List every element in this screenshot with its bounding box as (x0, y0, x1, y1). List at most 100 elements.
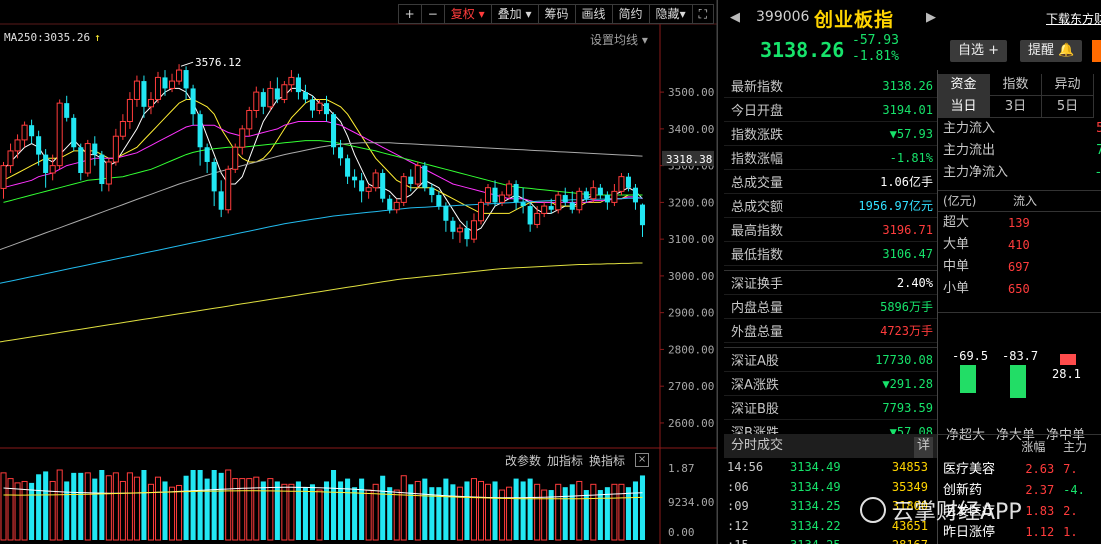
chips-button[interactable]: 筹码 (538, 4, 576, 24)
candle-body (0, 165, 7, 189)
volume-bar (316, 489, 323, 541)
zoom-out-button[interactable]: − (421, 4, 445, 24)
volume-bar (84, 472, 91, 541)
sector-name-header (938, 435, 1021, 459)
watermark-text: 云掌财经APP (892, 500, 1022, 525)
hide-dropdown[interactable]: 隐藏▾ (649, 4, 693, 24)
ma60-line-extension (0, 247, 4, 251)
stats-row: 指数涨跌 ▼57.93 (724, 122, 937, 146)
tab-index[interactable]: 指数 (990, 74, 1042, 96)
candle-body (78, 147, 84, 173)
candle-body (380, 172, 386, 199)
candle-body (92, 143, 98, 155)
caret-down-icon: ▾ (478, 7, 485, 21)
candle-body (583, 191, 589, 199)
kline-chart-pane[interactable]: 3500.00 3400.00 3300.00 3200.00 3100.00 3000.… (0, 0, 718, 544)
order-label: 超大 (943, 215, 970, 230)
simple-mode-button[interactable]: 简约 (612, 4, 650, 24)
candle-body (169, 80, 176, 89)
candle-body (288, 76, 295, 86)
close-icon[interactable]: × (635, 453, 650, 467)
flow-row: 主力流出 7 (938, 140, 1101, 162)
stats-row: 总成交量 1.06亿手 (724, 170, 937, 194)
candle-body (154, 76, 162, 100)
orange-action-button[interactable] (1092, 40, 1101, 62)
stats-value: 4723万手 (880, 324, 933, 338)
candle-body (422, 165, 428, 188)
stats-value: 7793.59 (882, 400, 933, 415)
stats-label: 内盘总量 (731, 301, 784, 316)
volume-bar (414, 480, 421, 541)
alert-button[interactable]: 提醒 🔔 (1020, 40, 1083, 62)
caret-down-icon: ▾ (679, 7, 686, 21)
volume-bar (611, 483, 618, 541)
download-link[interactable]: 下载东方财富 (1046, 10, 1101, 27)
flow-row: 主力净流入 - (938, 162, 1101, 184)
tick-detail-button[interactable]: 详 (913, 437, 933, 458)
overlay-dropdown[interactable]: 叠加 ▾ (491, 4, 539, 24)
volume-bar (604, 487, 610, 540)
expand-icon[interactable]: ⛶ (692, 4, 714, 24)
volume-bar (331, 470, 337, 540)
order-value: 650 (1008, 282, 1030, 296)
fuquan-dropdown[interactable]: 复权 ▾ (444, 4, 492, 24)
volume-bar (359, 478, 365, 540)
y-axis-tick-label: 2700.00 (668, 380, 714, 393)
sector-change: 1.83 (1025, 504, 1055, 518)
candle-body (309, 99, 315, 111)
volume-bar (56, 469, 63, 541)
order-unit: (亿元) (943, 194, 977, 208)
tick-time: :09 (727, 499, 749, 513)
order-row: 小单 650 (938, 278, 1101, 300)
candle-body (49, 165, 56, 174)
draw-line-button[interactable]: 画线 (575, 4, 613, 24)
stats-label: 深A涨跌 (731, 378, 779, 393)
prev-stock-icon[interactable]: ◀ (730, 10, 740, 25)
tick-price: 3134.22 (790, 518, 841, 533)
ma250-line (3, 262, 643, 342)
stats-row: 深证换手 2.40% (724, 271, 937, 295)
candle-body (56, 102, 63, 167)
ma250-line-extension (0, 340, 4, 343)
volume-bar (513, 478, 519, 540)
candle-body (590, 187, 597, 200)
switch-indicator-button[interactable]: 换指标 (589, 452, 625, 469)
candle-body (162, 77, 168, 89)
y-axis-tick-label: 3500.00 (668, 86, 714, 99)
quote-header: ◀ 399006 创业板指 ▶ 下载东方财富 3138.26 -57.93 -1… (724, 0, 1101, 70)
flow-label: 主力流入 (943, 121, 996, 136)
candle-body (331, 114, 337, 148)
tab-today[interactable]: 当日 (938, 96, 990, 118)
sector-change: 2.63 (1025, 462, 1055, 476)
zoom-in-button[interactable]: + (397, 4, 422, 24)
tab-anomaly[interactable]: 异动 (1042, 74, 1094, 96)
ma-settings-dropdown[interactable]: 设置均线 ▾ (590, 31, 648, 48)
add-watchlist-button[interactable]: 自选 + (950, 40, 1008, 62)
volume-bar (295, 481, 301, 540)
stats-row: 外盘总量 4723万手 (724, 319, 937, 343)
volume-bar (204, 478, 210, 540)
candle-body (436, 195, 442, 207)
next-stock-icon[interactable]: ▶ (926, 10, 936, 25)
volume-bar (387, 487, 393, 540)
candle-body (555, 194, 562, 211)
volume-bar (21, 480, 28, 541)
stats-row: 最低指数 3106.47 (724, 242, 937, 266)
flow-label: 主力流出 (943, 143, 996, 158)
flow-value: 7 (1096, 143, 1101, 158)
volume-bar (464, 481, 470, 540)
candle-body (464, 228, 470, 240)
volume-bar (14, 482, 21, 541)
candle-body (372, 172, 379, 189)
edit-params-button[interactable]: 改参数 (505, 452, 541, 469)
sector-row[interactable]: 医疗美容 2.63 7. (938, 459, 1101, 480)
candle-body (527, 206, 533, 225)
candle-body (611, 190, 618, 203)
volume-bar (625, 487, 631, 540)
candle-body (365, 187, 372, 192)
chart-toolbar: + − 复权 ▾ 叠加 ▾ 筹码 画线 简约 隐藏▾ ⛶ (397, 4, 714, 24)
tab-3day[interactable]: 3日 (990, 96, 1042, 118)
tab-5day[interactable]: 5日 (1042, 96, 1094, 118)
add-indicator-button[interactable]: 加指标 (547, 452, 583, 469)
tab-funds[interactable]: 资金 (938, 74, 990, 96)
